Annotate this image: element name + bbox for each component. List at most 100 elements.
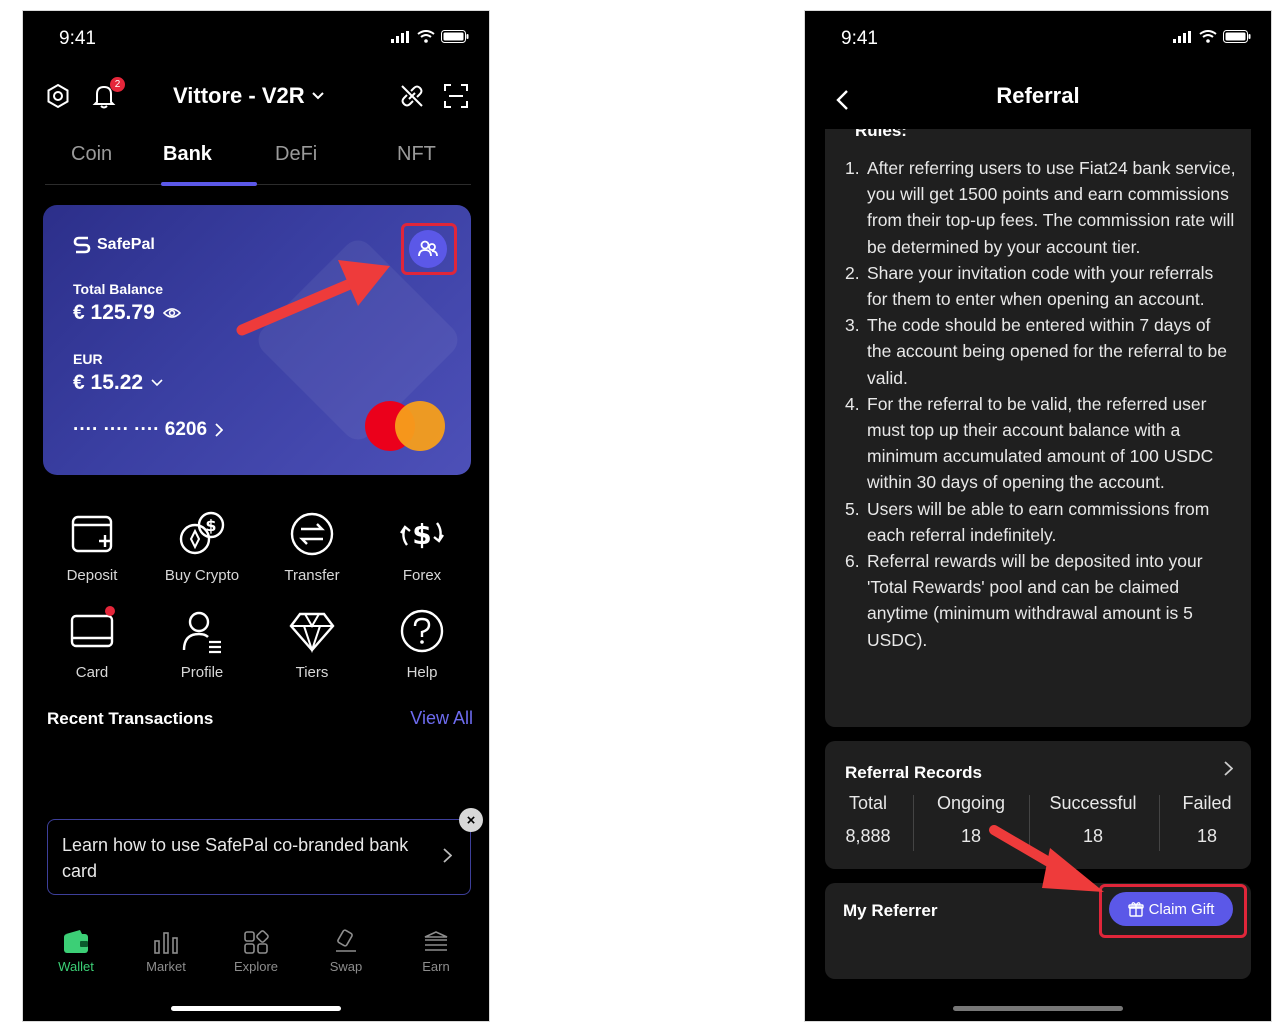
safepal-logo: SafePal [73, 235, 155, 255]
rule-text: Referral rewards will be deposited into … [867, 551, 1203, 650]
status-time: 9:41 [59, 28, 96, 49]
total-balance-label: Total Balance [73, 281, 163, 297]
settings-icon[interactable] [43, 81, 73, 111]
close-icon[interactable]: × [459, 808, 483, 832]
nav-label: Market [146, 959, 186, 974]
diamond-icon [287, 606, 337, 656]
stat-failed: Failed 18 [1175, 793, 1239, 847]
forex-icon: $ [397, 509, 447, 559]
action-label: Card [75, 664, 109, 681]
currency-balance[interactable]: € 15.22 [73, 371, 163, 395]
action-card[interactable]: Card [37, 606, 147, 681]
rule-item: 1. After referring users to use Fiat24 ba… [845, 155, 1237, 260]
action-forex[interactable]: $ Forex [367, 509, 477, 584]
stat-ongoing: Ongoing 18 [931, 793, 1011, 847]
chevron-right-icon [443, 848, 452, 863]
wifi-icon [1199, 30, 1217, 43]
stat-total: Total 8,888 [845, 793, 891, 847]
stat-label: Total [848, 793, 888, 813]
chevron-down-icon [151, 379, 163, 387]
action-profile[interactable]: Profile [147, 606, 257, 681]
home-indicator [953, 1006, 1123, 1011]
status-bar: 9:41 [805, 11, 1271, 63]
nav-market[interactable]: Market [126, 929, 206, 989]
wallet-selector[interactable]: Vittore - V2R [173, 83, 325, 109]
nav-label: Explore [233, 959, 279, 974]
rules-panel: Rules: 1. After referring users to use Fi… [825, 129, 1251, 727]
wallet-name: Vittore - V2R [173, 83, 305, 108]
nav-label: Earn [422, 959, 450, 974]
stat-successful: Successful 18 [1047, 793, 1139, 847]
action-label: Forex [402, 567, 442, 584]
rule-number: 6. [845, 551, 860, 572]
home-indicator [171, 1006, 341, 1011]
rule-text: Users will be able to earn commissions f… [867, 498, 1210, 545]
rule-number: 3. [845, 315, 860, 336]
stat-label: Failed [1182, 793, 1232, 813]
action-grid: Deposit $ Buy Crypto Transfer $ Forex Ca… [37, 509, 477, 681]
bank-card[interactable]: SafePal Total Balance € 125.79 EUR € 15.… [43, 205, 471, 475]
signal-icon [391, 30, 409, 43]
tab-nft[interactable]: NFT [397, 143, 436, 166]
safepal-logo-icon [73, 236, 91, 254]
rule-item: 6. Referral rewards will be deposited int… [845, 548, 1237, 653]
svg-text:$: $ [205, 516, 216, 535]
notification-bell-icon[interactable]: 2 [89, 77, 125, 111]
action-buy-crypto[interactable]: $ Buy Crypto [147, 509, 257, 584]
rule-item: 4. For the referral to be valid, the refe… [845, 391, 1237, 496]
learn-banner[interactable]: Learn how to use SafePal co-branded bank… [47, 819, 471, 895]
stat-value: 18 [960, 826, 982, 846]
action-label: Profile [180, 664, 224, 681]
rule-text: For the referral to be valid, the referr… [867, 393, 1214, 493]
chevron-down-icon [311, 92, 324, 100]
rule-number: 2. [845, 262, 860, 283]
referral-records-panel[interactable]: Referral Records Total 8,888 Ongoing 18 … [825, 741, 1251, 869]
nav-earn[interactable]: Earn [396, 929, 476, 989]
tab-coin[interactable]: Coin [71, 143, 112, 166]
active-tab-indicator [161, 182, 257, 186]
tab-bank[interactable]: Bank [163, 143, 212, 166]
action-transfer[interactable]: Transfer [257, 509, 367, 584]
action-help[interactable]: Help [367, 606, 477, 681]
wallet-icon [64, 930, 88, 953]
nav-wallet[interactable]: Wallet [36, 929, 116, 989]
buy-crypto-icon: $ [177, 509, 227, 559]
action-label: Help [406, 664, 438, 681]
nav-label: Wallet [58, 959, 94, 974]
rule-number: 1. [845, 158, 860, 178]
card-number[interactable]: ···· ···· ···· 6206 [73, 419, 224, 441]
scan-icon[interactable] [441, 81, 471, 111]
action-label: Transfer [284, 567, 340, 584]
wallet-screen: 9:41 2 Vittore - V2R Coin Bank DeFi NFT [22, 10, 490, 1022]
my-referrer-title: My Referrer [843, 901, 938, 920]
card-icon [67, 606, 117, 656]
referral-screen: 9:41 Referral Rules: 1. After referring u… [804, 10, 1272, 1022]
action-tiers[interactable]: Tiers [257, 606, 367, 681]
chevron-right-icon [1224, 761, 1233, 776]
rule-number: 4. [845, 393, 860, 414]
brand-name: SafePal [97, 236, 155, 253]
card-number-text: ···· ···· ···· 6206 [73, 419, 208, 440]
rule-text: After referring users to use Fiat24 bank… [867, 158, 1236, 257]
nav-explore[interactable]: Explore [216, 929, 296, 989]
stat-divider [1029, 795, 1030, 851]
records-title: Referral Records [845, 763, 983, 782]
claim-gift-label: Claim Gift [1148, 900, 1215, 918]
gift-icon [1127, 902, 1144, 917]
signal-icon [1173, 30, 1191, 43]
svg-text:$: $ [412, 518, 431, 551]
rules-list: 1. After referring users to use Fiat24 ba… [845, 155, 1237, 653]
view-all-link[interactable]: View All [410, 708, 473, 729]
stat-value: 18 [1082, 826, 1104, 846]
stat-divider [1159, 795, 1160, 851]
rule-number: 5. [845, 498, 860, 519]
claim-gift-button[interactable]: Claim Gift [1109, 892, 1233, 926]
nav-swap[interactable]: Swap [306, 929, 386, 989]
action-deposit[interactable]: Deposit [37, 509, 147, 584]
new-indicator-dot [105, 606, 115, 616]
tab-defi[interactable]: DeFi [275, 143, 317, 166]
currency-amount: € 15.22 [73, 371, 144, 394]
eye-icon[interactable] [162, 307, 181, 319]
disconnect-link-icon[interactable] [397, 81, 427, 111]
referral-button[interactable] [409, 230, 447, 268]
